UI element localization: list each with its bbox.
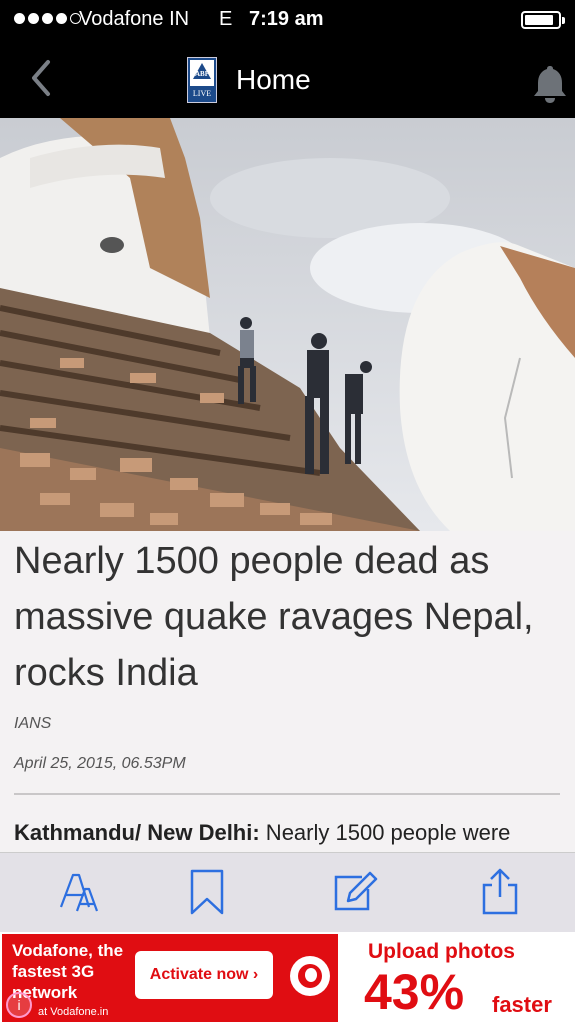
carrier-name: Vodafone IN: [79, 8, 190, 30]
article-headline[interactable]: Nearly 1500 people dead as massive quake…: [14, 533, 564, 701]
share-button[interactable]: [480, 867, 524, 917]
share-icon: [482, 868, 518, 915]
article-lead-text: Nearly 1500 people were: [259, 820, 511, 845]
bookmark-icon: [190, 869, 224, 915]
nav-bar: ABP LIVE Home: [0, 40, 575, 118]
article-toolbar: [0, 852, 575, 933]
article-dateline: Kathmandu/ New Delhi:: [14, 820, 260, 845]
app-logo: ABP LIVE: [187, 57, 217, 103]
bookmark-button[interactable]: [186, 867, 230, 917]
logo-abp-text: ABP: [195, 70, 209, 78]
network-type: E: [219, 8, 233, 30]
battery-icon: [521, 11, 565, 29]
back-button[interactable]: [26, 56, 66, 100]
ad-headline: Upload photos: [368, 940, 515, 963]
chevron-left-icon: [32, 60, 50, 96]
article-hero-image: [0, 118, 575, 531]
edit-icon: [334, 871, 378, 911]
bell-icon: [534, 66, 566, 103]
ad-left-text: Vodafone, the fastest 3G network: [12, 941, 124, 1002]
logo-live-text: LIVE: [192, 89, 212, 98]
font-size-icon: [59, 873, 99, 912]
ad-suffix: faster: [492, 992, 552, 1017]
vodafone-logo-icon: [290, 956, 330, 996]
comment-button[interactable]: [332, 867, 378, 917]
clock: 7:19 am: [249, 8, 324, 30]
ad-activate-button[interactable]: Activate now ›: [135, 951, 273, 999]
notifications-button[interactable]: [532, 64, 568, 104]
font-size-button[interactable]: [57, 867, 101, 917]
page-title: Home: [236, 64, 311, 95]
ad-percent: 43%: [364, 964, 465, 1020]
article-date: April 25, 2015, 06.53PM: [14, 755, 186, 772]
ad-banner[interactable]: Vodafone, the fastest 3G network Activat…: [0, 932, 575, 1024]
ad-disclaimer: at Vodafone.in: [38, 1006, 109, 1018]
divider: [14, 793, 560, 795]
status-bar: Vodafone IN E 7:19 am: [0, 0, 575, 40]
article-source: IANS: [14, 715, 52, 732]
signal-strength-icon: [14, 13, 81, 24]
article-lead: Kathmandu/ New Delhi: Nearly 1500 people…: [14, 820, 510, 846]
info-icon[interactable]: i: [6, 992, 32, 1018]
